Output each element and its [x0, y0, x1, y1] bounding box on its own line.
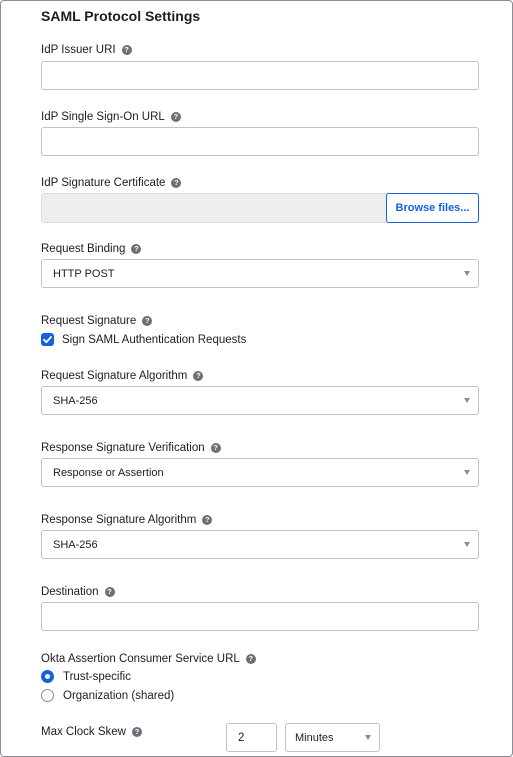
idp-issuer-uri-label: IdP Issuer URI ?: [41, 44, 132, 56]
section-title: SAML Protocol Settings: [41, 8, 201, 24]
help-icon[interactable]: ?: [170, 112, 181, 122]
idp-issuer-uri-input[interactable]: [41, 61, 479, 90]
help-icon[interactable]: ?: [210, 443, 221, 453]
idp-issuer-uri-label-text: IdP Issuer URI: [41, 44, 116, 56]
organization-shared-radio[interactable]: [41, 689, 54, 702]
destination-label: Destination ?: [41, 586, 115, 598]
okta-acs-url-label-text: Okta Assertion Consumer Service URL: [41, 653, 240, 665]
idp-signature-certificate-label: IdP Signature Certificate ?: [41, 177, 182, 189]
help-icon[interactable]: ?: [171, 178, 182, 188]
saml-settings-panel: SAML Protocol Settings IdP Issuer URI ? …: [0, 0, 513, 757]
sign-requests-label: Sign SAML Authentication Requests: [62, 333, 247, 346]
response-signature-verification-select[interactable]: Response or Assertion: [41, 458, 479, 487]
certificate-file-field: Browse files...: [41, 193, 479, 223]
idp-sso-url-input[interactable]: [41, 127, 479, 156]
acs-option-organization[interactable]: Organization (shared): [41, 689, 174, 702]
response-signature-algorithm-value: SHA-256: [53, 538, 98, 551]
request-binding-value: HTTP POST: [53, 267, 115, 280]
idp-sso-url-label-text: IdP Single Sign-On URL: [41, 111, 165, 123]
request-signature-algorithm-value: SHA-256: [53, 394, 98, 407]
chevron-down-icon: [464, 271, 470, 276]
sign-requests-option[interactable]: Sign SAML Authentication Requests: [41, 333, 246, 346]
help-icon[interactable]: ?: [104, 587, 115, 597]
help-icon[interactable]: ?: [193, 371, 204, 381]
request-binding-label-text: Request Binding: [41, 243, 126, 255]
request-binding-select[interactable]: HTTP POST: [41, 259, 479, 288]
response-signature-algorithm-select[interactable]: SHA-256: [41, 530, 479, 559]
okta-acs-url-label: Okta Assertion Consumer Service URL ?: [41, 653, 256, 665]
sign-requests-checkbox[interactable]: [41, 333, 54, 346]
request-signature-algorithm-label-text: Request Signature Algorithm: [41, 370, 188, 382]
max-clock-skew-label: Max Clock Skew ?: [41, 726, 142, 738]
response-signature-verification-label: Response Signature Verification ?: [41, 442, 221, 454]
idp-sso-url-label: IdP Single Sign-On URL ?: [41, 111, 181, 123]
response-signature-algorithm-label-text: Response Signature Algorithm: [41, 514, 197, 526]
trust-specific-radio[interactable]: [41, 670, 54, 683]
destination-input[interactable]: [41, 602, 479, 631]
response-signature-verification-label-text: Response Signature Verification: [41, 442, 205, 454]
request-signature-algorithm-select[interactable]: SHA-256: [41, 386, 479, 415]
response-signature-algorithm-label: Response Signature Algorithm ?: [41, 514, 213, 526]
browse-files-button[interactable]: Browse files...: [386, 193, 479, 223]
max-clock-skew-unit-value: Minutes: [295, 731, 334, 744]
checkmark-icon: [43, 336, 52, 344]
request-binding-label: Request Binding ?: [41, 243, 142, 255]
chevron-down-icon: [365, 735, 371, 740]
chevron-down-icon: [464, 470, 470, 475]
request-signature-label-text: Request Signature: [41, 315, 137, 327]
response-signature-verification-value: Response or Assertion: [53, 466, 164, 479]
help-icon[interactable]: ?: [121, 45, 132, 55]
idp-signature-certificate-label-text: IdP Signature Certificate: [41, 177, 166, 189]
max-clock-skew-label-text: Max Clock Skew: [41, 726, 126, 738]
max-clock-skew-input[interactable]: 2: [226, 723, 277, 752]
help-icon[interactable]: ?: [202, 515, 213, 525]
chevron-down-icon: [464, 542, 470, 547]
acs-option-trust-specific[interactable]: Trust-specific: [41, 670, 131, 683]
destination-label-text: Destination: [41, 586, 99, 598]
help-icon[interactable]: ?: [131, 244, 142, 254]
help-icon[interactable]: ?: [245, 654, 256, 664]
request-signature-label: Request Signature ?: [41, 315, 153, 327]
max-clock-skew-unit-select[interactable]: Minutes: [285, 723, 380, 752]
help-icon[interactable]: ?: [132, 727, 142, 737]
chevron-down-icon: [464, 398, 470, 403]
request-signature-algorithm-label: Request Signature Algorithm ?: [41, 370, 204, 382]
help-icon[interactable]: ?: [142, 316, 153, 326]
trust-specific-label: Trust-specific: [63, 670, 131, 683]
max-clock-skew-value: 2: [238, 731, 245, 744]
organization-shared-label: Organization (shared): [63, 689, 175, 702]
